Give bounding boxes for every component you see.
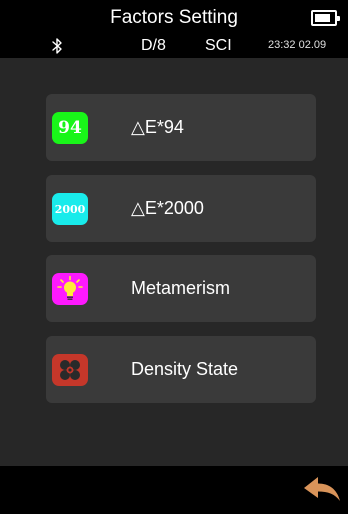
bulb-icon: [52, 273, 88, 305]
menu-item-label: △E*2000: [131, 198, 204, 218]
bottom-bar: [0, 466, 348, 514]
status-bar: D/8 SCI 23:32 02.09: [0, 36, 348, 58]
menu-item-label: Metamerism: [131, 278, 231, 298]
menu-item-delta-e-2000[interactable]: 2000 △E*2000: [46, 175, 316, 242]
clock: 23:32 02.09: [268, 39, 326, 51]
time: 23:32: [268, 39, 296, 51]
menu-item-density-state[interactable]: Density State: [46, 336, 316, 403]
page-title: Factors Setting: [110, 7, 238, 28]
title-bar: Factors Setting: [0, 0, 348, 36]
de2000-icon: 2000: [52, 193, 88, 225]
bluetooth-icon: [52, 38, 62, 54]
de94-icon: 94: [52, 112, 88, 144]
battery-tip: [337, 16, 340, 21]
menu-item-metamerism[interactable]: Metamerism: [46, 255, 316, 322]
fan-glyph: [60, 360, 80, 380]
measurement-geometry: D/8: [141, 37, 166, 54]
battery-icon: [311, 10, 340, 26]
back-arrow-icon[interactable]: [302, 474, 342, 504]
de94-badge-text: 94: [58, 118, 82, 138]
menu-item-label: Density State: [131, 359, 239, 379]
menu-item-label: △E*94: [131, 117, 184, 137]
battery-level: [315, 14, 331, 22]
de2000-badge-text: 2000: [54, 202, 86, 216]
fan-icon: [52, 354, 88, 386]
screen: Factors Setting D/8 SCI 23:32 02.09 94 △…: [0, 0, 348, 514]
date: 02.09: [298, 39, 327, 51]
specular-mode: SCI: [205, 37, 232, 54]
menu-item-delta-e-94[interactable]: 94 △E*94: [46, 94, 316, 161]
lightbulb-glyph: [57, 275, 83, 300]
